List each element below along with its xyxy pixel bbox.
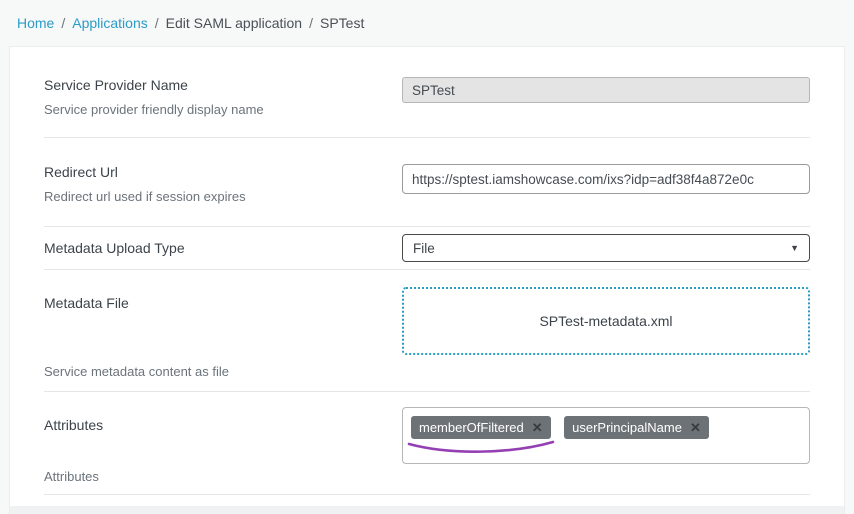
- metadata-upload-type-left: Metadata Upload Type: [44, 240, 402, 256]
- service-provider-name-control: [402, 77, 810, 117]
- close-icon[interactable]: ✕: [690, 421, 701, 434]
- chevron-down-icon: ▼: [790, 243, 799, 253]
- metadata-upload-type-select[interactable]: File ▼: [402, 234, 810, 262]
- metadata-upload-type-label: Metadata Upload Type: [44, 240, 378, 256]
- breadcrumb-home[interactable]: Home: [17, 15, 54, 31]
- breadcrumb-separator: /: [155, 15, 159, 31]
- redirect-url-row: Redirect Url Redirect url used if sessio…: [44, 138, 810, 227]
- metadata-file-dropzone[interactable]: SPTest-metadata.xml: [402, 287, 810, 355]
- annotation-underline: [405, 439, 557, 457]
- attributes-label: Attributes: [44, 417, 378, 433]
- breadcrumb-edit-saml: Edit SAML application: [166, 15, 302, 31]
- redirect-url-control: [402, 164, 810, 204]
- metadata-file-row: Metadata File Service metadata content a…: [44, 270, 810, 392]
- redirect-url-label: Redirect Url: [44, 164, 378, 180]
- metadata-upload-type-control: File ▼: [402, 234, 810, 262]
- service-provider-name-description: Service provider friendly display name: [44, 102, 378, 117]
- metadata-upload-type-value: File: [413, 241, 435, 256]
- metadata-file-description: Service metadata content as file: [44, 364, 378, 379]
- edit-application-form-card: Service Provider Name Service provider f…: [9, 46, 845, 514]
- service-provider-name-input[interactable]: [402, 77, 810, 103]
- service-provider-name-left: Service Provider Name Service provider f…: [44, 77, 402, 117]
- close-icon[interactable]: ✕: [532, 421, 543, 434]
- attribute-chip-label: memberOfFiltered: [419, 420, 524, 435]
- metadata-file-left: Metadata File Service metadata content a…: [44, 287, 402, 379]
- service-provider-name-label: Service Provider Name: [44, 77, 378, 93]
- metadata-upload-type-row: Metadata Upload Type File ▼: [44, 227, 810, 270]
- attributes-description: Attributes: [44, 469, 378, 484]
- metadata-file-control: SPTest-metadata.xml: [402, 287, 810, 379]
- attribute-chip: userPrincipalName ✕: [564, 416, 709, 439]
- attributes-row: Attributes Attributes memberOfFiltered ✕…: [44, 392, 810, 495]
- attribute-chip-label: userPrincipalName: [572, 420, 682, 435]
- attributes-left: Attributes Attributes: [44, 407, 402, 484]
- metadata-file-label: Metadata File: [44, 295, 378, 311]
- breadcrumb-current: SPTest: [320, 15, 364, 31]
- breadcrumb-separator: /: [309, 15, 313, 31]
- redirect-url-left: Redirect Url Redirect url used if sessio…: [44, 164, 402, 204]
- redirect-url-input[interactable]: [402, 164, 810, 194]
- redirect-url-description: Redirect url used if session expires: [44, 189, 378, 204]
- breadcrumb: Home / Applications / Edit SAML applicat…: [0, 0, 854, 46]
- metadata-file-name: SPTest-metadata.xml: [539, 313, 672, 329]
- breadcrumb-applications[interactable]: Applications: [72, 15, 148, 31]
- attributes-input-box[interactable]: memberOfFiltered ✕ userPrincipalName ✕: [402, 407, 810, 464]
- next-section-stub: [10, 506, 844, 514]
- service-provider-name-row: Service Provider Name Service provider f…: [44, 47, 810, 138]
- breadcrumb-separator: /: [61, 15, 65, 31]
- attribute-chip: memberOfFiltered ✕: [411, 416, 551, 439]
- attributes-control: memberOfFiltered ✕ userPrincipalName ✕: [402, 407, 810, 484]
